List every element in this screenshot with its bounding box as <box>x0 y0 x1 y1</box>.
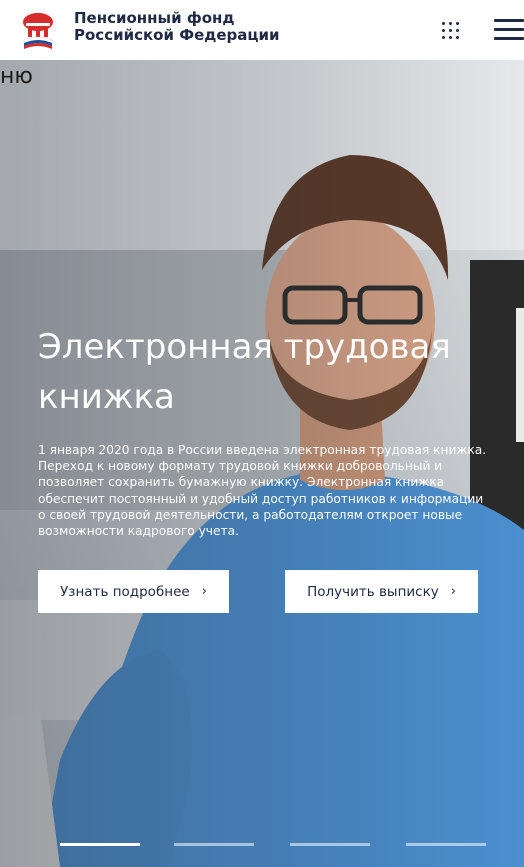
chevron-right-icon: › <box>201 584 207 599</box>
slide-indicator-1[interactable] <box>60 843 140 846</box>
hero-title-line2: книжка <box>38 377 175 417</box>
learn-more-label: Узнать подробнее <box>60 583 190 600</box>
get-extract-label: Получить выписку <box>307 583 439 600</box>
burger-menu-icon[interactable] <box>494 18 524 40</box>
slide-indicator-2[interactable] <box>174 843 254 846</box>
site-header: Пенсионный фонд Российской Федерации <box>0 0 524 60</box>
apps-grid-icon[interactable] <box>436 16 464 44</box>
org-name-line1: Пенсионный фонд <box>74 9 235 27</box>
learn-more-button[interactable]: Узнать подробнее › <box>38 570 229 613</box>
slide-indicator-4[interactable] <box>406 843 486 846</box>
get-extract-button[interactable]: Получить выписку › <box>285 570 478 613</box>
organization-name[interactable]: Пенсионный фонд Российской Федерации <box>74 10 280 44</box>
slide-indicator-3[interactable] <box>290 843 370 846</box>
hero-banner: ню Электронная трудовая книжка 1 января … <box>0 60 524 867</box>
pfr-logo[interactable] <box>16 10 60 50</box>
hero-description: 1 января 2020 года в России введена элек… <box>38 443 487 539</box>
right-edge-panel <box>516 308 524 442</box>
chevron-right-icon: › <box>450 584 456 599</box>
org-name-line2: Российской Федерации <box>74 26 280 44</box>
slider-indicators <box>0 843 524 849</box>
hero-title-line1: Электронная трудовая <box>38 327 451 367</box>
overflow-text-fragment: ню <box>0 64 33 89</box>
hero-title: Электронная трудовая книжка <box>38 322 478 422</box>
